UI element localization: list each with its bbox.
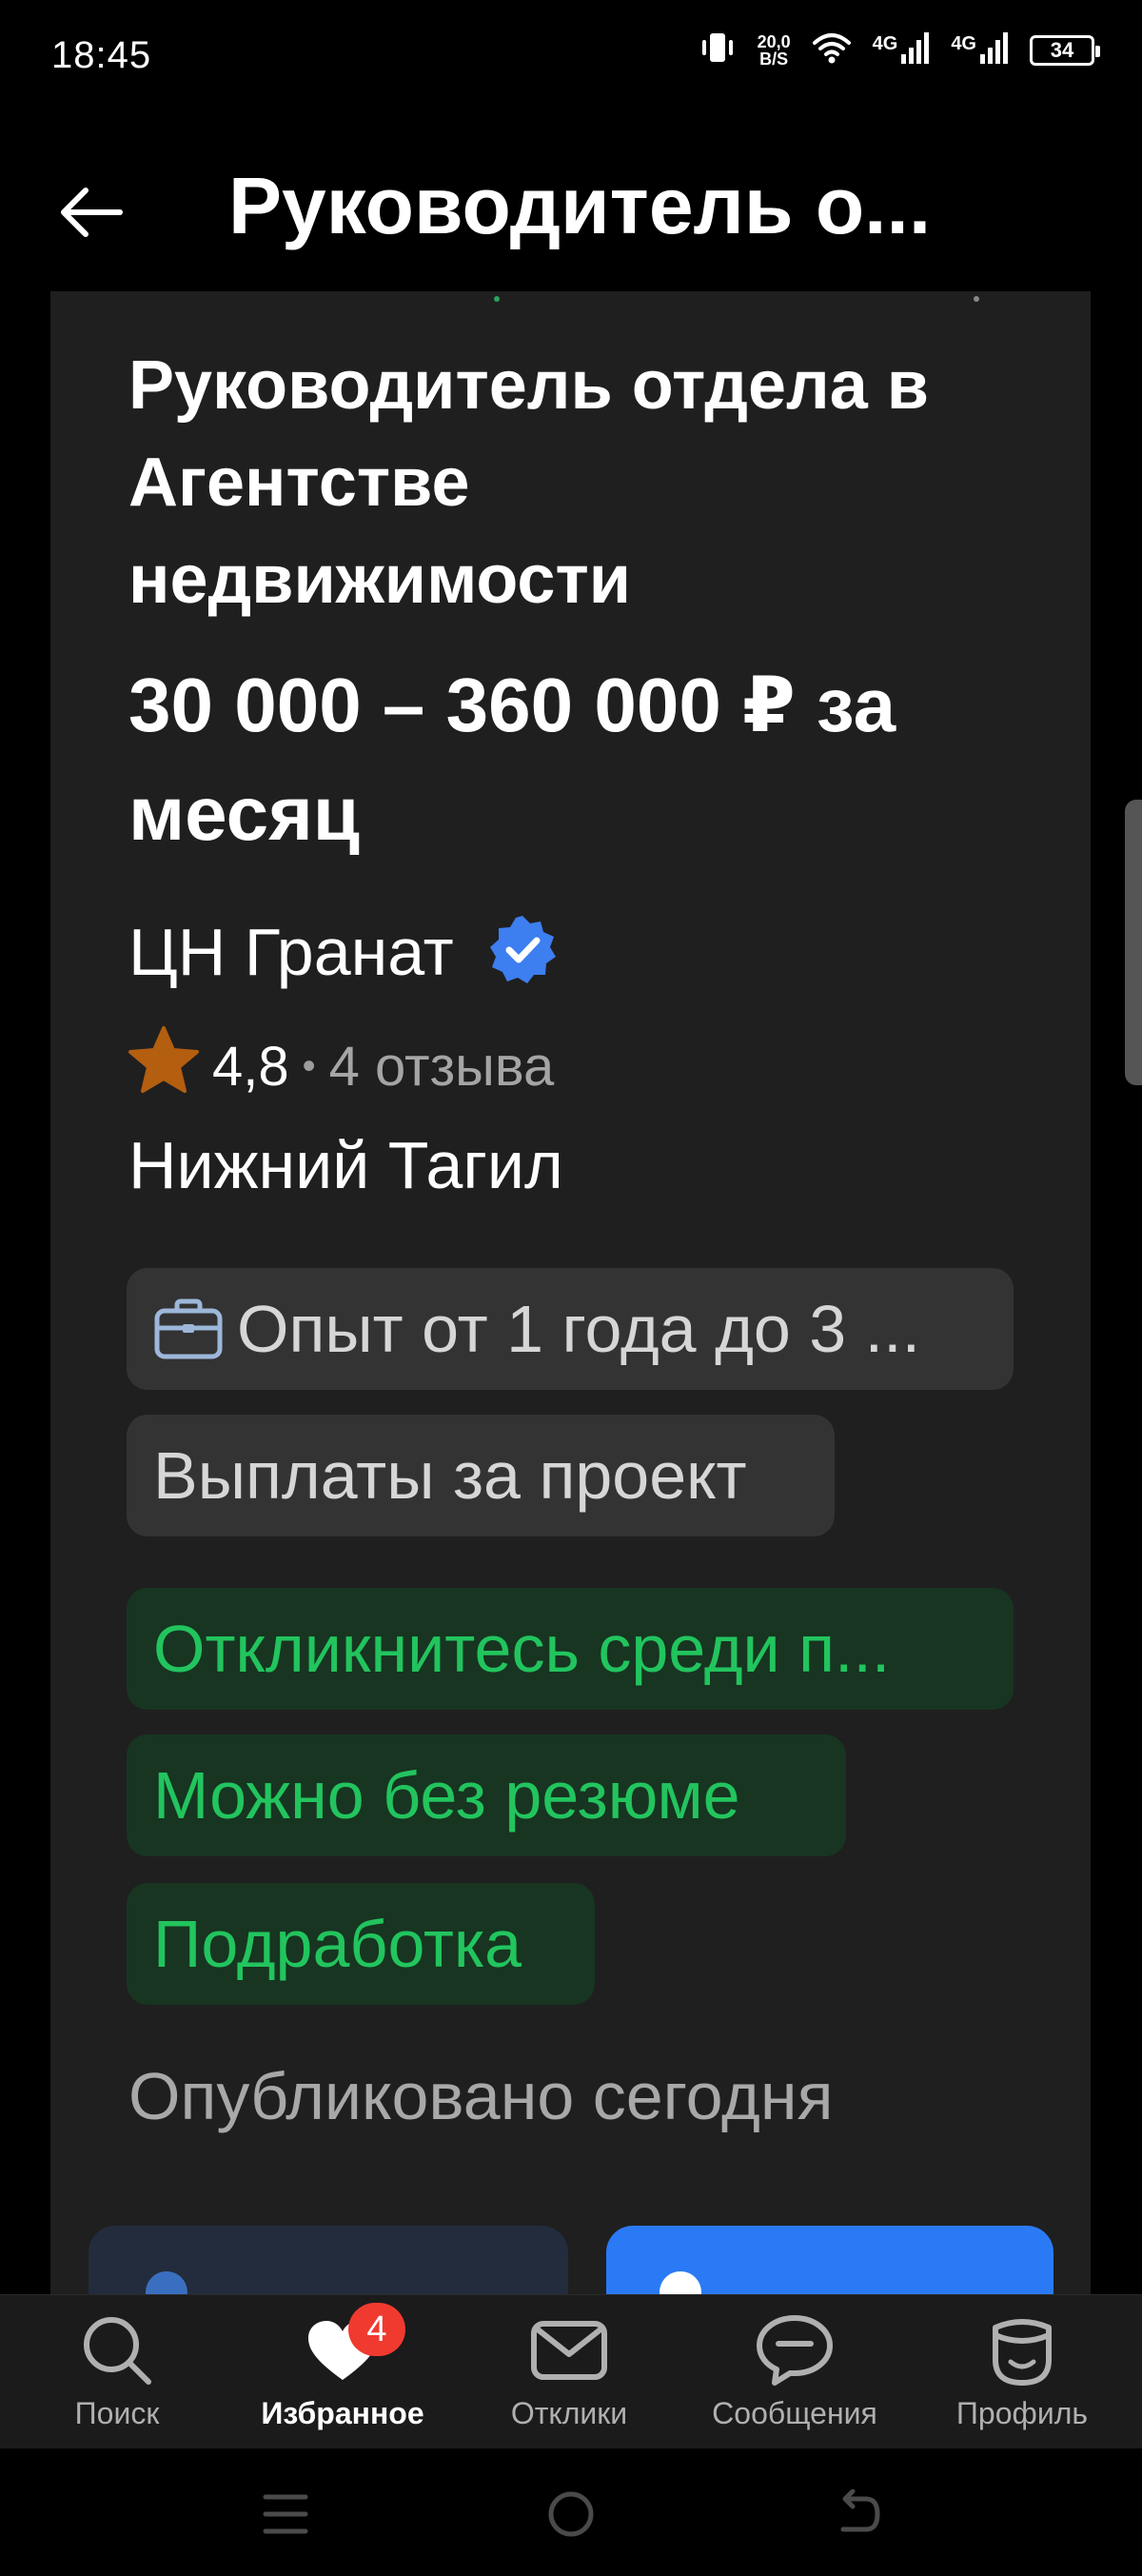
nav-label-favorites: Избранное bbox=[261, 2396, 424, 2430]
home-button[interactable] bbox=[538, 2483, 604, 2549]
vacancy-title: Руководитель отдела в Агентстве недвижим… bbox=[128, 347, 930, 618]
no-resume-text: Можно без резюме bbox=[153, 1758, 740, 1833]
nav-label-search: Поиск bbox=[74, 2396, 160, 2430]
nav-label-profile: Профиль bbox=[955, 2396, 1089, 2430]
company-row[interactable]: ЦН Гранат bbox=[128, 912, 559, 992]
mail-icon bbox=[530, 2314, 608, 2387]
page-title: Руководитель о... bbox=[228, 161, 932, 250]
profile-icon bbox=[986, 2314, 1058, 2387]
nav-item-favorites[interactable]: 4 Избранное bbox=[228, 2303, 457, 2447]
status-bar: 18:45 20,0 B/S 4G 4G 34 bbox=[0, 0, 1142, 114]
signal-bars-icon bbox=[901, 31, 930, 69]
status-icons: 20,0 B/S 4G 4G 34 bbox=[699, 30, 1100, 69]
arrow-left-icon bbox=[57, 186, 124, 244]
star-icon bbox=[127, 1024, 201, 1108]
search-icon bbox=[80, 2314, 154, 2387]
nav-item-search[interactable]: Поиск bbox=[3, 2314, 231, 2447]
heart-icon: 4 bbox=[306, 2303, 405, 2387]
back-curve-icon bbox=[834, 2488, 883, 2544]
nav-label-messages: Сообщения bbox=[712, 2396, 877, 2430]
menu-icon bbox=[262, 2491, 309, 2542]
payout-text: Выплаты за проект bbox=[153, 1438, 747, 1513]
bottom-navigation: Поиск 4 Избранное Отклики Сообщения Проф… bbox=[0, 2294, 1142, 2449]
briefcase-icon bbox=[153, 1298, 224, 1360]
system-navigation-bar bbox=[0, 2448, 1142, 2576]
signal-bars-icon bbox=[980, 31, 1009, 69]
card-top-edge bbox=[50, 291, 1091, 302]
verified-badge-icon bbox=[486, 914, 559, 991]
part-time-chip: Подработка bbox=[127, 1883, 595, 2005]
payout-chip: Выплаты за проект bbox=[127, 1415, 835, 1536]
part-time-text: Подработка bbox=[153, 1907, 522, 1981]
network-speed: 20,0 B/S bbox=[758, 33, 791, 68]
battery-level: 34 bbox=[1050, 37, 1074, 62]
respond-among-text: Откликнитесь среди п... bbox=[153, 1612, 891, 1686]
edge-panel-handle[interactable] bbox=[1125, 800, 1142, 1085]
company-name[interactable]: ЦН Гранат bbox=[128, 912, 454, 992]
separator-dot: • bbox=[302, 1044, 316, 1087]
status-time: 18:45 bbox=[51, 34, 152, 76]
favorites-badge: 4 bbox=[348, 2303, 405, 2356]
system-back-button[interactable] bbox=[825, 2483, 892, 2549]
chat-icon bbox=[756, 2314, 834, 2387]
nav-item-profile[interactable]: Профиль bbox=[908, 2314, 1136, 2447]
battery-icon: 34 bbox=[1030, 34, 1100, 66]
vibrate-icon bbox=[699, 30, 737, 69]
network-speed-unit: B/S bbox=[759, 49, 789, 69]
published-date: Опубликовано сегодня bbox=[128, 2059, 834, 2133]
network-type-1: 4G bbox=[872, 33, 898, 54]
recent-apps-button[interactable] bbox=[252, 2483, 319, 2549]
network-type-2: 4G bbox=[951, 33, 976, 54]
network-speed-value: 20,0 bbox=[757, 31, 791, 51]
home-circle-icon bbox=[546, 2489, 596, 2544]
city: Нижний Тагил bbox=[128, 1128, 563, 1202]
back-button[interactable] bbox=[48, 171, 133, 257]
respond-among-first-chip: Откликнитесь среди п... bbox=[127, 1588, 1014, 1710]
signal-1: 4G bbox=[873, 31, 931, 69]
nav-item-responses[interactable]: Отклики bbox=[455, 2314, 683, 2447]
experience-chip: Опыт от 1 года до 3 ... bbox=[127, 1268, 1014, 1390]
salary: 30 000 – 360 000 ₽ за месяц bbox=[128, 663, 896, 856]
nav-item-messages[interactable]: Сообщения bbox=[680, 2314, 909, 2447]
wifi-icon bbox=[812, 31, 852, 69]
vacancy-card: Руководитель отдела в Агентстве недвижим… bbox=[50, 291, 1091, 2340]
nav-label-responses: Отклики bbox=[510, 2396, 628, 2430]
no-resume-chip: Можно без резюме bbox=[127, 1734, 846, 1856]
rating-row[interactable]: 4,8 • 4 отзыва bbox=[127, 1024, 554, 1108]
rating-value: 4,8 bbox=[212, 1035, 289, 1098]
reviews-count[interactable]: 4 отзыва bbox=[329, 1035, 555, 1099]
signal-2: 4G bbox=[951, 31, 1009, 69]
app-header: Руководитель о... bbox=[0, 133, 1142, 276]
experience-text: Опыт от 1 года до 3 ... bbox=[237, 1292, 921, 1366]
